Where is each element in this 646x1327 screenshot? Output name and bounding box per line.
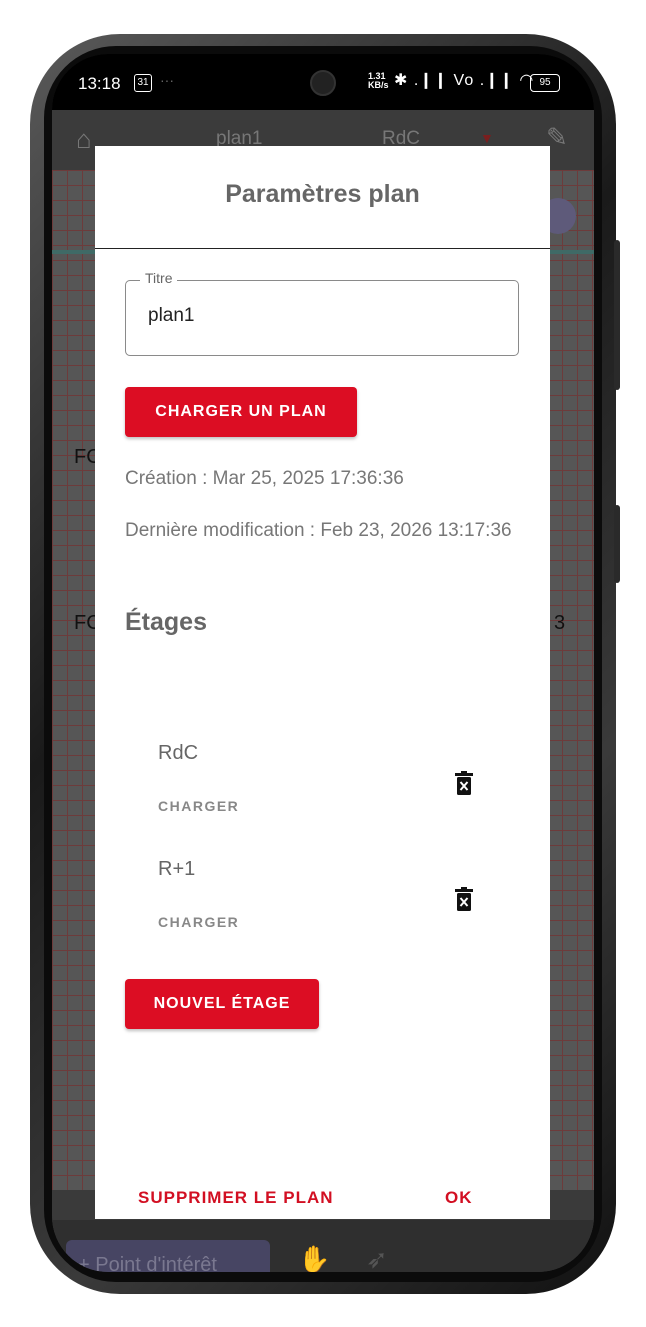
floor-item-name: RdC: [158, 742, 199, 764]
creation-date: Création : Mar 25, 2025 17:36:36: [125, 468, 404, 489]
calendar-icon: 31: [134, 74, 152, 92]
last-modified-date: Dernière modification : Feb 23, 2026 13:…: [125, 520, 512, 541]
title-field[interactable]: Titre: [125, 270, 519, 356]
title-field-label: Titre: [140, 270, 178, 286]
plan-label-right: 3: [554, 612, 566, 634]
screen: 13:18 31 ··· 1.31 KB/s ✱ .❙❙ Vo .❙❙ ◠ 95…: [52, 54, 594, 1272]
load-plan-button[interactable]: CHARGER UN PLAN: [125, 387, 357, 437]
front-camera: [310, 70, 336, 96]
ok-button[interactable]: OK: [445, 1188, 473, 1208]
floors-heading: Étages: [125, 608, 207, 636]
floor-load-button[interactable]: CHARGER: [158, 914, 239, 930]
pointer-tool-icon[interactable]: ➶: [366, 1244, 388, 1272]
divider: [95, 248, 550, 249]
status-time: 13:18: [78, 74, 121, 93]
dropdown-caret-icon[interactable]: ▼: [480, 130, 494, 146]
floor-item-name: R+1: [158, 858, 196, 880]
floor-load-button[interactable]: CHARGER: [158, 798, 239, 814]
add-point-of-interest-button[interactable]: + Point d'intérêt: [66, 1240, 270, 1272]
new-floor-button[interactable]: NOUVEL ÉTAGE: [125, 979, 319, 1029]
power-button: [614, 240, 620, 390]
title-input[interactable]: [148, 305, 488, 327]
battery-icon: 95: [530, 74, 560, 92]
hand-tool-icon[interactable]: ✋: [298, 1244, 330, 1272]
home-icon[interactable]: ⌂: [76, 124, 92, 155]
plan-settings-dialog: Paramètres plan Titre CHARGER UN PLAN Cr…: [95, 146, 550, 1219]
delete-floor-trash-icon[interactable]: [455, 771, 473, 795]
dialog-title: Paramètres plan: [225, 180, 420, 208]
signal-icons: ✱ .❙❙ Vo .❙❙ ◠: [394, 72, 535, 89]
volume-button: [614, 505, 620, 583]
delete-floor-trash-icon[interactable]: [455, 887, 473, 911]
status-bar: 13:18 31 ··· 1.31 KB/s ✱ .❙❙ Vo .❙❙ ◠ 95: [52, 54, 594, 110]
delete-plan-button[interactable]: SUPPRIMER LE PLAN: [138, 1188, 334, 1208]
network-speed: 1.31 KB/s: [368, 71, 389, 90]
more-notifications-icon: ···: [160, 72, 174, 88]
